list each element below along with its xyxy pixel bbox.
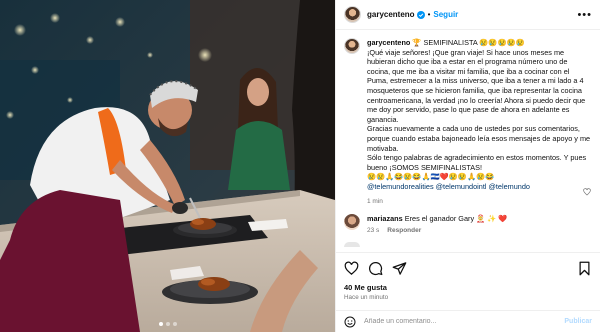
comment-like-heart-icon[interactable]: [583, 188, 591, 196]
carousel-dot-active: [158, 322, 163, 326]
comment-timestamp: 23 s: [367, 227, 380, 235]
reply-button[interactable]: Responder: [387, 227, 421, 234]
post-photo[interactable]: [0, 0, 335, 332]
caption-content: 🏆 SEMIFINALISTA 😢😢😢😢😢 ¡Qué viaje señores…: [367, 38, 591, 182]
comment-content: Eres el ganador Gary 🤶 ✨ ❤️: [404, 213, 508, 223]
comments-section[interactable]: garycenteno 🏆 SEMIFINALISTA 😢😢😢😢😢 ¡Qué v…: [336, 31, 600, 251]
caption-username[interactable]: garycenteno: [367, 38, 410, 47]
bookmark-icon[interactable]: [577, 261, 592, 276]
emoji-icon[interactable]: [344, 316, 356, 328]
carousel-dot: [165, 322, 170, 326]
add-comment-bar: Publicar: [336, 310, 600, 332]
next-commenter-avatar: [344, 242, 360, 248]
kitchen-scene-image: [0, 0, 335, 332]
author-avatar[interactable]: [344, 6, 361, 23]
likes-count[interactable]: 40 Me gusta: [344, 283, 592, 292]
header-separator: •: [427, 10, 431, 19]
comment-icon[interactable]: [368, 261, 383, 276]
instagram-post: garycenteno • Seguir ••• garycenteno 🏆 S…: [0, 0, 600, 332]
author-username[interactable]: garycenteno: [367, 10, 415, 19]
share-icon[interactable]: [392, 261, 407, 276]
comment-text: mariazans Eres el ganador Gary 🤶 ✨ ❤️: [367, 214, 507, 224]
action-icons: [344, 260, 592, 276]
commenter-avatar[interactable]: [344, 213, 360, 230]
comment-item: mariazans Eres el ganador Gary 🤶 ✨ ❤️ 23…: [344, 213, 592, 235]
post-header: garycenteno • Seguir •••: [336, 0, 600, 30]
carousel-indicator: [0, 322, 335, 326]
caption-timestamp: 1 min: [367, 197, 383, 205]
publish-button[interactable]: Publicar: [564, 318, 592, 325]
post-actions: 40 Me gusta Hace un minuto: [336, 252, 600, 301]
heart-icon[interactable]: [344, 261, 359, 276]
caption-tags[interactable]: @telemundorealities @telemundointl @tele…: [367, 182, 592, 192]
caption-avatar[interactable]: [344, 38, 360, 54]
comment-meta: 23 s Responder: [367, 227, 507, 234]
post-side-panel: garycenteno • Seguir ••• garycenteno 🏆 S…: [335, 0, 600, 332]
caption-body: garycenteno 🏆 SEMIFINALISTA 😢😢😢😢😢 ¡Qué v…: [367, 38, 592, 205]
carousel-dot: [172, 322, 177, 326]
post-caption: garycenteno 🏆 SEMIFINALISTA 😢😢😢😢😢 ¡Qué v…: [344, 38, 592, 205]
commenter-username[interactable]: mariazans: [367, 214, 403, 223]
next-comment-peek: [344, 242, 592, 248]
comment-body: mariazans Eres el ganador Gary 🤶 ✨ ❤️ 23…: [367, 214, 507, 235]
follow-button[interactable]: Seguir: [433, 10, 458, 19]
caption-text: garycenteno 🏆 SEMIFINALISTA 😢😢😢😢😢 ¡Qué v…: [367, 38, 592, 182]
post-timestamp: Hace un minuto: [344, 294, 389, 301]
comment-input[interactable]: [364, 318, 565, 325]
verified-icon: [416, 10, 425, 19]
more-options-icon[interactable]: •••: [577, 9, 592, 21]
